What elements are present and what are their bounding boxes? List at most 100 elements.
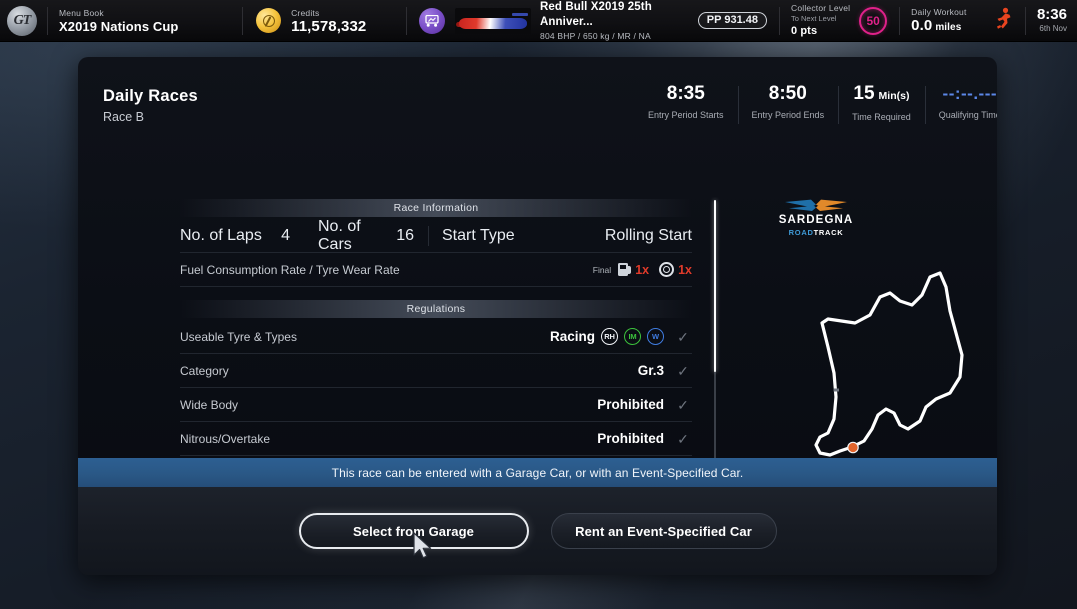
gt-logo-icon[interactable]: GT [7, 5, 37, 36]
consumption-final-tag: Final [592, 264, 612, 275]
sardegna-sub-road: ROAD [788, 228, 814, 237]
sardegna-mark-icon [781, 199, 851, 213]
timing-entry-period-starts: 8:35 Entry Period Starts [634, 82, 738, 120]
check-icon: ✓ [677, 362, 689, 379]
time-required-number: 15 [853, 83, 875, 104]
sardegna-logo-subtitle: ROADTRACK [766, 228, 866, 238]
car-thumbnail [455, 7, 532, 34]
start-type-cell: Start Type Rolling Start [428, 219, 692, 253]
clock-date: 6th Nov [1039, 24, 1067, 33]
entry-period-starts-label: Entry Period Starts [648, 110, 724, 120]
daily-workout-value: 0.0 miles [911, 18, 993, 35]
divider [1024, 6, 1026, 35]
garage-glyph [425, 14, 439, 27]
tyre-icon [659, 262, 675, 277]
divider [242, 6, 244, 35]
collector-level-label: Collector Level [790, 3, 851, 13]
useable-tyre-values: Racing RH IM W ✓ [550, 328, 692, 345]
tyre-badge-w: W [647, 328, 664, 345]
laps-cell: No. of Laps 4 [180, 219, 304, 253]
daily-races-panel: Daily Races Race B 8:35 Entry Period Sta… [78, 57, 997, 575]
check-icon: ✓ [677, 396, 689, 413]
useable-tyre-label: Useable Tyre & Types [180, 329, 297, 344]
fuel-pump-icon [618, 262, 632, 277]
category-label: Category [180, 363, 229, 378]
daily-workout-block[interactable]: Daily Workout 0.0 miles [911, 0, 993, 42]
wide-body-value: Prohibited [597, 397, 664, 412]
collector-level-badge: 50 [859, 6, 888, 35]
race-slot-label: Race B [103, 110, 144, 124]
cars-value: 16 [396, 226, 414, 244]
laps-value: 4 [281, 226, 290, 244]
panel-body: Daily Races Race B 8:35 Entry Period Sta… [78, 57, 997, 523]
runner-glyph [996, 7, 1011, 29]
qualifying-time-value: --:--.--- [942, 84, 997, 103]
workout-unit: miles [935, 22, 962, 33]
consumption-values: Final 1x 1x [593, 262, 692, 277]
menu-book-value: X2019 Nations Cup [59, 19, 179, 34]
time-required-label: Time Required [852, 112, 911, 122]
garage-icon[interactable] [419, 7, 446, 34]
credits-block[interactable]: Credits 11,578,332 [291, 0, 406, 42]
runner-icon [993, 7, 1013, 35]
nitrous-label: Nitrous/Overtake [180, 431, 271, 446]
start-type-label: Start Type [442, 226, 515, 244]
sardegna-sub-track: TRACK [813, 228, 844, 237]
mouse-pointer-icon [413, 532, 432, 559]
check-icon: ✓ [677, 328, 689, 345]
tyre-badge-rh: RH [601, 328, 618, 345]
laps-label: No. of Laps [180, 226, 262, 244]
wide-body-values: Prohibited ✓ [597, 397, 692, 412]
divider [778, 6, 780, 35]
entry-period-starts-value: 8:35 [666, 83, 705, 104]
rent-event-specified-car-button[interactable]: Rent an Event-Specified Car [550, 513, 777, 549]
nitrous-values: Prohibited ✓ [597, 431, 692, 446]
start-type-value: Rolling Start [604, 226, 692, 244]
cars-label: No. of Cars [318, 217, 361, 253]
divider [406, 6, 408, 35]
regulation-row-tyres: Useable Tyre & Types Racing RH IM W ✓ [180, 320, 692, 354]
sardegna-chevron-glyph [785, 199, 847, 211]
collector-next-level-label: To Next Level [790, 14, 837, 23]
nitrous-value: Prohibited [597, 431, 664, 446]
details-scrollbar-thumb[interactable] [714, 200, 716, 372]
divider [899, 6, 901, 35]
system-clock: 8:36 6th Nov [1037, 7, 1067, 34]
qualifying-time-label: Qualifying Time [938, 110, 997, 120]
consumption-label: Fuel Consumption Rate / Tyre Wear Rate [180, 262, 400, 277]
category-values: Gr.3 ✓ [638, 363, 692, 378]
race-timing-strip: 8:35 Entry Period Starts 8:50 Entry Peri… [634, 82, 997, 124]
category-value: Gr.3 [637, 363, 664, 378]
cars-cell: No. of Cars 16 [304, 217, 428, 253]
menu-book-label: Menu Book [59, 8, 104, 18]
workout-miles: 0.0 [911, 17, 933, 34]
consumption-row: Fuel Consumption Rate / Tyre Wear Rate F… [180, 253, 692, 287]
check-icon: ✓ [677, 430, 689, 447]
performance-points-badge: PP 931.48 [697, 12, 767, 29]
race-numbers-row: No. of Laps 4 No. of Cars 16 Start Type … [180, 217, 692, 253]
collector-level-block[interactable]: Collector Level To Next Level 0 pts [791, 0, 859, 42]
credits-coin-icon [256, 8, 282, 33]
entry-notice-bar: This race can be entered with a Garage C… [78, 458, 997, 487]
current-car-block[interactable]: Red Bull X2019 25th Anniver... 804 BHP /… [540, 0, 698, 42]
entry-period-ends-value: 8:50 [768, 83, 807, 104]
wide-body-label: Wide Body [180, 397, 239, 412]
action-footer: Select from Garage Rent an Event-Specifi… [78, 487, 997, 575]
entry-period-ends-label: Entry Period Ends [751, 110, 825, 120]
tyre-badge-im: IM [624, 328, 641, 345]
timing-entry-period-ends: 8:50 Entry Period Ends [737, 82, 839, 124]
collector-points: 0 pts [790, 25, 818, 37]
sardegna-logo-name: SARDEGNA [778, 214, 854, 226]
time-required-value: 15 Min(s) [853, 82, 909, 108]
section-header-race-information: Race Information [180, 199, 692, 217]
page-title: Daily Races [103, 87, 198, 105]
regulation-row-nitrous: Nitrous/Overtake Prohibited ✓ [180, 422, 692, 456]
menu-book-block[interactable]: Menu Book X2019 Nations Cup [59, 0, 242, 42]
regulation-row-wide-body: Wide Body Prohibited ✓ [180, 388, 692, 422]
regulation-row-category: Category Gr.3 ✓ [180, 354, 692, 388]
clock-time: 8:36 [1036, 6, 1067, 23]
credits-value: 11,578,332 [291, 18, 367, 35]
tyre-multiplier: 1x [678, 262, 692, 277]
sardegna-logo: SARDEGNA ROADTRACK [766, 199, 866, 238]
timing-qualifying-time: --:--.--- Qualifying Time [924, 82, 997, 124]
